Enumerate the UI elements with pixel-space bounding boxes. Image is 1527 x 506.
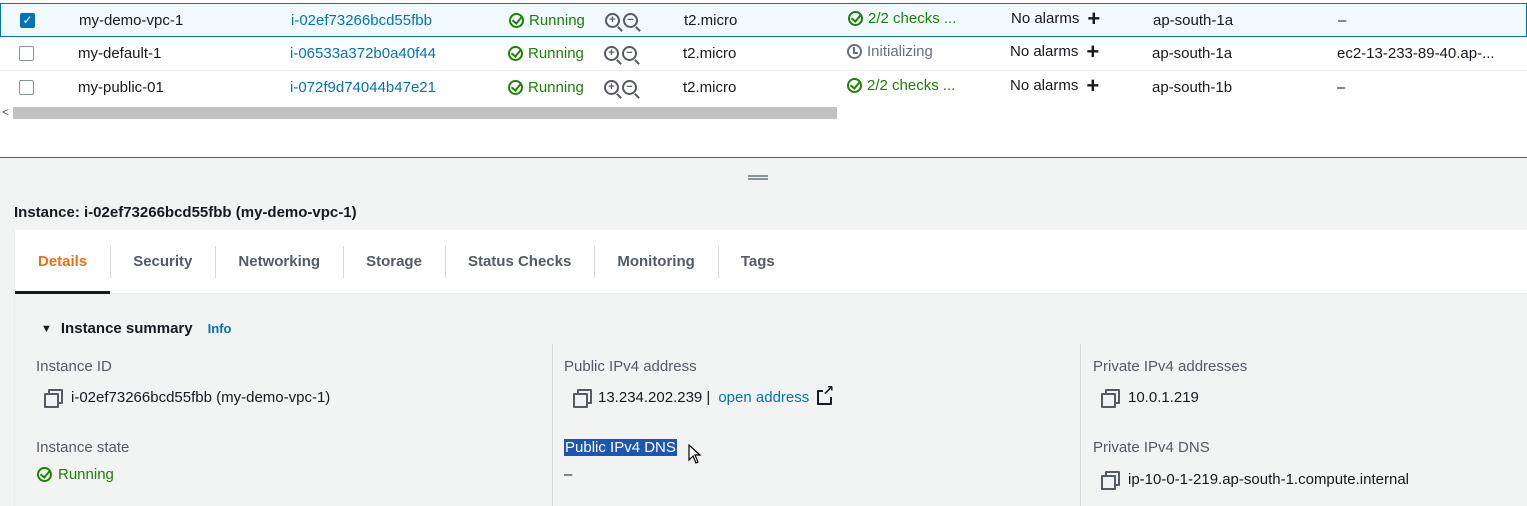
availability-zone: ap-south-1a <box>1152 45 1233 62</box>
mouse-cursor-icon <box>688 444 702 464</box>
zoom-controls: + − <box>605 4 638 37</box>
horizontal-scrollbar[interactable]: < <box>0 104 1527 120</box>
instance-id-link[interactable]: i-06533a372b0a40f44 <box>290 37 436 70</box>
instance-name: my-default-1 <box>78 45 162 62</box>
public-dns-label: Public IPv4 DNS <box>564 439 677 456</box>
zoom-in-icon[interactable]: + <box>604 46 619 61</box>
add-alarm-icon[interactable]: + <box>1086 35 1099 68</box>
instance-state: Running <box>509 4 585 37</box>
status-check: Initializing <box>847 35 933 68</box>
row-checkbox[interactable] <box>19 46 34 61</box>
zoom-out-icon[interactable]: − <box>622 46 637 61</box>
instance-id-link[interactable]: i-02ef73266bcd55fbb <box>291 4 432 37</box>
zoom-in-icon[interactable]: + <box>604 80 619 95</box>
selected-text: Public IPv4 DNS <box>564 439 677 456</box>
copy-icon[interactable] <box>573 389 592 408</box>
tab-security[interactable]: Security <box>110 230 215 293</box>
private-dns-label: Private IPv4 DNS <box>1093 439 1210 456</box>
tab-details[interactable]: Details <box>15 230 111 294</box>
zoom-out-icon[interactable]: − <box>623 13 638 28</box>
check-circle-icon <box>848 11 863 26</box>
tab-status-checks[interactable]: Status Checks <box>444 230 594 293</box>
column-divider <box>1080 344 1081 506</box>
check-circle-icon <box>508 46 523 61</box>
instance-name: my-demo-vpc-1 <box>79 12 184 29</box>
public-ipv4-label: Public IPv4 address <box>564 358 697 375</box>
check-circle-icon <box>847 78 862 93</box>
public-ipv4-value: 13.234.202.239 | open address <box>573 383 835 408</box>
caret-down-icon[interactable]: ▼ <box>41 323 52 335</box>
instance-state: Running <box>508 71 584 104</box>
add-alarm-icon[interactable]: + <box>1086 69 1099 102</box>
status-check: 2/2 checks ... <box>847 69 955 102</box>
add-alarm-icon[interactable]: + <box>1087 2 1100 35</box>
instance-id-link[interactable]: i-072f9d74044b47e21 <box>290 71 436 104</box>
instance-state-value: Running <box>37 466 114 483</box>
table-row[interactable]: ✓ my-demo-vpc-1 i-02ef73266bcd55fbb Runn… <box>0 3 1527 37</box>
private-ipv4-label: Private IPv4 addresses <box>1093 358 1248 375</box>
tab-tags[interactable]: Tags <box>717 230 798 293</box>
instance-id-value: i-02ef73266bcd55fbb (my-demo-vpc-1) <box>44 389 330 408</box>
zoom-out-icon[interactable]: − <box>622 80 637 95</box>
instance-state: Running <box>508 37 584 70</box>
column-divider <box>552 344 553 506</box>
scrollbar-thumb[interactable] <box>13 107 837 119</box>
availability-zone: ap-south-1a <box>1153 12 1234 29</box>
instance-state-label: Instance state <box>36 439 130 456</box>
copy-icon[interactable] <box>44 389 63 408</box>
instances-table: ✓ my-demo-vpc-1 i-02ef73266bcd55fbb Runn… <box>0 0 1527 158</box>
check-circle-icon <box>509 13 524 28</box>
zoom-controls: + − <box>604 37 637 70</box>
summary-header[interactable]: ▼ Instance summary Info <box>41 320 231 337</box>
instance-type: t2.micro <box>684 12 738 29</box>
panel-resize-handle[interactable] <box>748 175 768 180</box>
instance-type: t2.micro <box>683 79 737 96</box>
alarm-status: No alarms + <box>1011 2 1100 35</box>
alarm-status: No alarms + <box>1010 69 1099 102</box>
availability-zone: ap-south-1b <box>1152 79 1233 96</box>
scroll-left-icon[interactable]: < <box>2 104 9 120</box>
instance-type: t2.micro <box>683 45 737 62</box>
private-ipv4-value: 10.0.1.219 <box>1101 389 1199 408</box>
check-circle-icon <box>37 467 52 482</box>
row-checkbox[interactable]: ✓ <box>20 13 35 28</box>
detail-tabs: Details Security Networking Storage Stat… <box>14 230 1527 294</box>
tab-monitoring[interactable]: Monitoring <box>594 230 717 293</box>
private-dns-value: ip-10-0-1-219.ap-south-1.compute.interna… <box>1101 471 1409 490</box>
tab-storage[interactable]: Storage <box>343 230 445 293</box>
public-dns: – <box>1338 12 1347 29</box>
instance-summary: ▼ Instance summary Info Instance ID i-02… <box>14 294 1527 506</box>
info-link[interactable]: Info <box>208 321 232 336</box>
check-circle-icon <box>508 80 523 95</box>
tab-networking[interactable]: Networking <box>215 230 343 293</box>
external-link-icon[interactable] <box>817 383 835 405</box>
copy-icon[interactable] <box>1101 389 1120 408</box>
table-row[interactable]: my-public-01 i-072f9d74044b47e21 Running… <box>0 71 1527 105</box>
instance-name: my-public-01 <box>78 79 164 96</box>
zoom-in-icon[interactable]: + <box>605 13 620 28</box>
clock-icon <box>847 44 862 59</box>
table-row[interactable]: my-default-1 i-06533a372b0a40f44 Running… <box>0 37 1527 71</box>
public-dns: ec2-13-233-89-40.ap-... <box>1337 45 1495 62</box>
copy-icon[interactable] <box>1101 471 1120 490</box>
summary-heading: Instance summary <box>60 320 193 337</box>
instance-id-label: Instance ID <box>36 358 112 375</box>
alarm-status: No alarms + <box>1010 35 1099 68</box>
public-dns-value: – <box>564 466 573 483</box>
row-checkbox[interactable] <box>19 80 34 95</box>
public-dns: – <box>1337 79 1346 96</box>
status-check: 2/2 checks ... <box>848 2 956 35</box>
zoom-controls: + − <box>604 71 637 104</box>
panel-title: Instance: i-02ef73266bcd55fbb (my-demo-v… <box>14 204 357 221</box>
open-address-link[interactable]: open address <box>718 389 809 406</box>
